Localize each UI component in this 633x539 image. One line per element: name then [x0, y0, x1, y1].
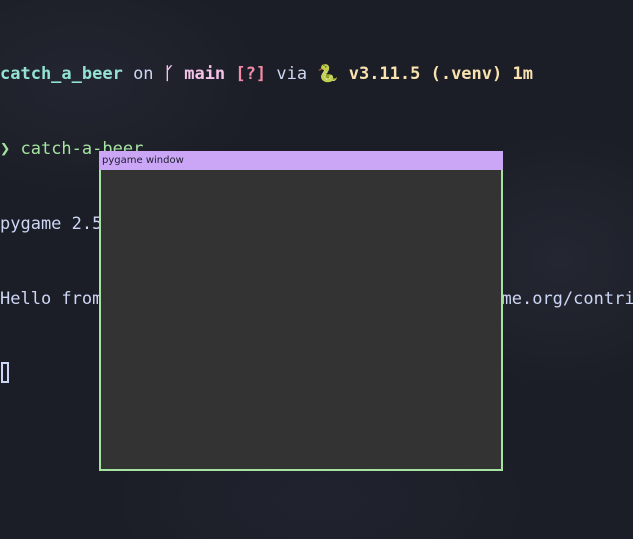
prompt-line: catch_a_beer on ᚴ main [?] via 🐍 v3.11.5…	[0, 62, 633, 87]
pygame-canvas[interactable]	[101, 170, 501, 469]
prompt-via-word: via	[266, 64, 318, 84]
prompt-on-word: on	[122, 64, 164, 84]
python-version: v3.11.5 (.venv) 1m	[338, 64, 533, 84]
pygame-window[interactable]: pygame window	[99, 151, 503, 471]
git-branch-name: main	[173, 64, 226, 84]
python-icon: 🐍	[317, 64, 339, 84]
pygame-window-title: pygame window	[102, 155, 184, 166]
prompt-symbol: ❯	[0, 139, 11, 159]
pygame-window-titlebar[interactable]: pygame window	[99, 151, 503, 170]
terminal-cursor	[1, 362, 9, 383]
git-status: [?]	[225, 64, 267, 84]
prompt-directory: catch_a_beer	[0, 64, 123, 84]
git-branch-icon: ᚴ	[163, 64, 174, 84]
